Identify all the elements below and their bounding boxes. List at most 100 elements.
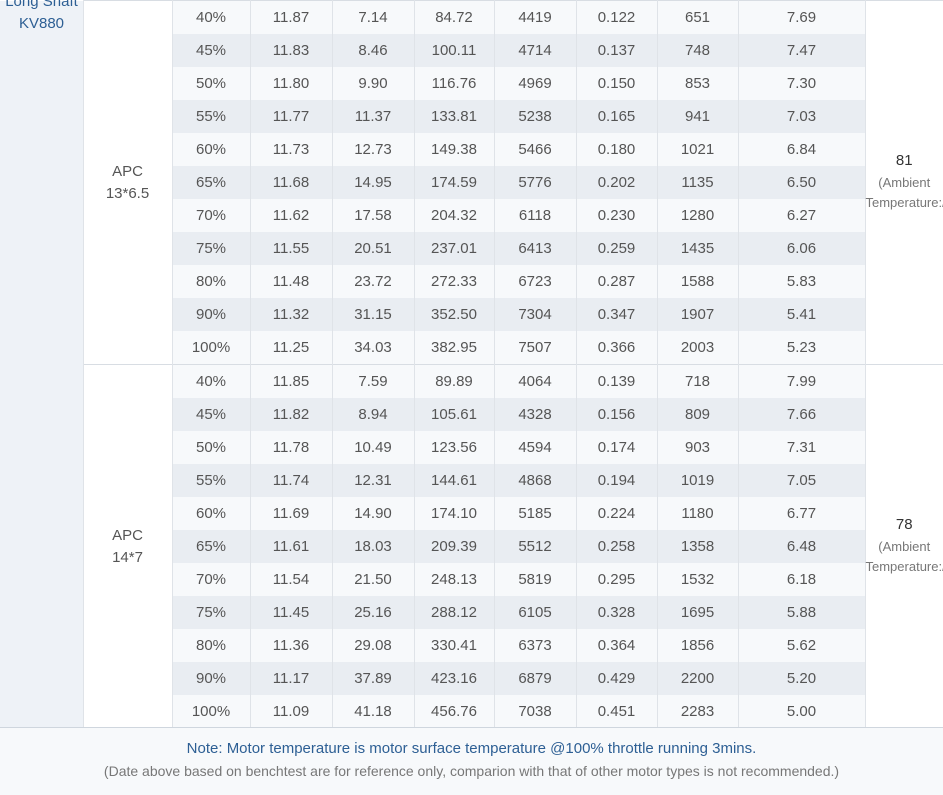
table-cell: 11.80 (250, 67, 332, 100)
table-cell: 11.77 (250, 100, 332, 133)
table-cell: 382.95 (414, 331, 494, 365)
table-cell: 0.328 (576, 596, 657, 629)
table-cell: 11.48 (250, 265, 332, 298)
table-cell: 5819 (494, 563, 576, 596)
table-cell: 144.61 (414, 464, 494, 497)
propeller-size: 13*6.5 (84, 183, 172, 205)
temperature-cell: 78(AmbientTemperature:/) (865, 365, 943, 729)
table-cell: 100% (172, 695, 250, 728)
table-cell: 11.32 (250, 298, 332, 331)
temperature-value: 78 (866, 516, 943, 533)
table-cell: 60% (172, 133, 250, 166)
table-cell: 7.03 (738, 100, 865, 133)
table-cell: 7038 (494, 695, 576, 728)
table-cell: 7.69 (738, 1, 865, 35)
footnote-line2: (Date above based on benchtest are for r… (0, 763, 943, 779)
table-cell: 11.87 (250, 1, 332, 35)
table-cell: 123.56 (414, 431, 494, 464)
table-cell: 0.258 (576, 530, 657, 563)
table-cell: 456.76 (414, 695, 494, 728)
table-cell: 20.51 (332, 232, 414, 265)
table-cell: 12.31 (332, 464, 414, 497)
table-cell: 21.50 (332, 563, 414, 596)
table-cell: 0.122 (576, 1, 657, 35)
table-cell: 5.62 (738, 629, 865, 662)
table-cell: 5.23 (738, 331, 865, 365)
table-cell: 941 (657, 100, 738, 133)
table-cell: 853 (657, 67, 738, 100)
table-cell: 6879 (494, 662, 576, 695)
table-cell: 6373 (494, 629, 576, 662)
table-cell: 809 (657, 398, 738, 431)
table-cell: 80% (172, 629, 250, 662)
table-cell: 25.16 (332, 596, 414, 629)
temperature-note-line1: (Ambient (866, 537, 943, 557)
table-cell: 0.451 (576, 695, 657, 728)
table-cell: 11.54 (250, 563, 332, 596)
table-cell: 11.37 (332, 100, 414, 133)
table-cell: 31.15 (332, 298, 414, 331)
table-cell: 90% (172, 662, 250, 695)
table-cell: 45% (172, 398, 250, 431)
table-cell: 7.14 (332, 1, 414, 35)
table-cell: 4969 (494, 67, 576, 100)
table-cell: 11.78 (250, 431, 332, 464)
table-cell: 11.45 (250, 596, 332, 629)
table-cell: 7.59 (332, 365, 414, 399)
table-cell: 7.47 (738, 34, 865, 67)
table-cell: 7.05 (738, 464, 865, 497)
table-cell: 60% (172, 497, 250, 530)
table-cell: 5185 (494, 497, 576, 530)
table-cell: 4419 (494, 1, 576, 35)
table-cell: 10.49 (332, 431, 414, 464)
table-cell: 0.150 (576, 67, 657, 100)
table-cell: 1280 (657, 199, 738, 232)
table-cell: 204.32 (414, 199, 494, 232)
table-cell: 41.18 (332, 695, 414, 728)
table-cell: 1358 (657, 530, 738, 563)
table-cell: 116.76 (414, 67, 494, 100)
table-cell: 133.81 (414, 100, 494, 133)
table-cell: 6.18 (738, 563, 865, 596)
table-cell: 0.174 (576, 431, 657, 464)
table-cell: 84.72 (414, 1, 494, 35)
table-cell: 5776 (494, 166, 576, 199)
table-cell: 7.30 (738, 67, 865, 100)
table-cell: 100.11 (414, 34, 494, 67)
table-cell: 6105 (494, 596, 576, 629)
table-cell: 11.17 (250, 662, 332, 695)
motor-test-table: APC13*6.540%11.877.1484.7244190.1226517.… (0, 0, 943, 728)
table-cell: 7304 (494, 298, 576, 331)
table-cell: 1532 (657, 563, 738, 596)
table-cell: 1907 (657, 298, 738, 331)
table-cell: 0.156 (576, 398, 657, 431)
table-cell: 1180 (657, 497, 738, 530)
table-cell: 105.61 (414, 398, 494, 431)
table-cell: 34.03 (332, 331, 414, 365)
table-cell: 0.165 (576, 100, 657, 133)
table-cell: 55% (172, 464, 250, 497)
table-row: APC13*6.540%11.877.1484.7244190.1226517.… (0, 1, 943, 35)
table-cell: 5512 (494, 530, 576, 563)
table-cell: 37.89 (332, 662, 414, 695)
table-cell: 11.36 (250, 629, 332, 662)
table-cell: 11.55 (250, 232, 332, 265)
propeller-cell: APC13*6.5 (83, 1, 172, 365)
table-cell: 1856 (657, 629, 738, 662)
table-cell: 748 (657, 34, 738, 67)
propeller-brand: APC (84, 525, 172, 547)
table-cell: 6.84 (738, 133, 865, 166)
table-cell: 5238 (494, 100, 576, 133)
table-cell: 718 (657, 365, 738, 399)
table-cell: 89.89 (414, 365, 494, 399)
table-cell: 7.66 (738, 398, 865, 431)
table-cell: 11.25 (250, 331, 332, 365)
table-cell: 2200 (657, 662, 738, 695)
table-cell: 11.73 (250, 133, 332, 166)
table-cell: 9.90 (332, 67, 414, 100)
table-cell: 5.88 (738, 596, 865, 629)
table-cell: 11.09 (250, 695, 332, 728)
table-cell: 4064 (494, 365, 576, 399)
table-cell: 0.194 (576, 464, 657, 497)
table-cell: 174.10 (414, 497, 494, 530)
